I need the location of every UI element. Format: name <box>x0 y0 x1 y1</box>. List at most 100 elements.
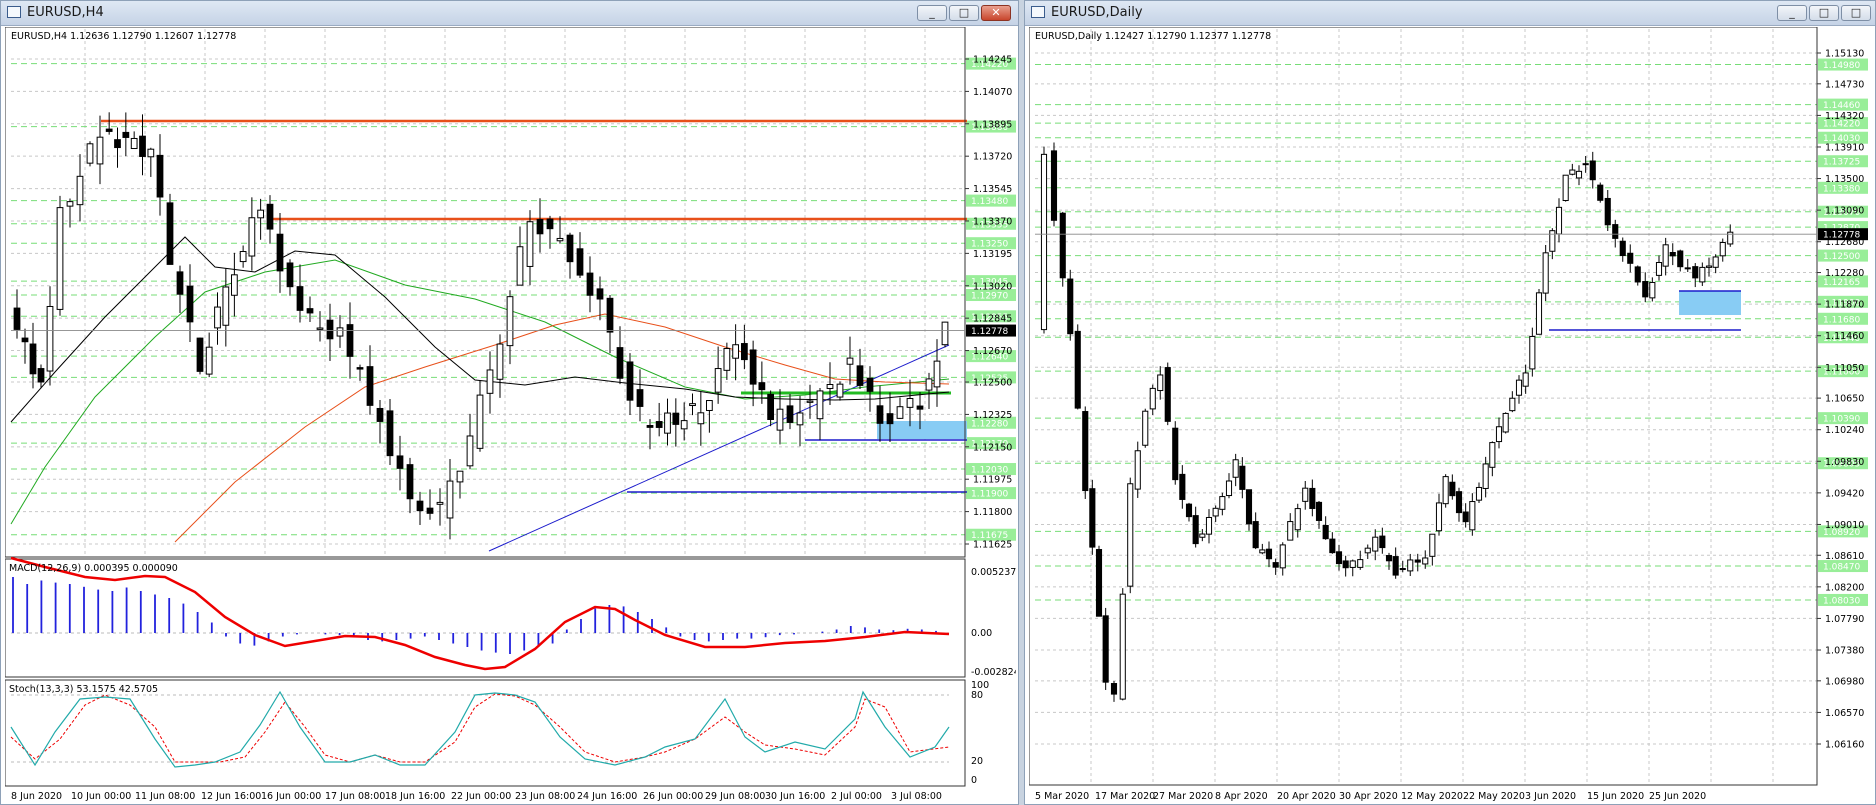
candle <box>356 367 364 370</box>
price-tick: 1.08610 <box>1825 551 1864 562</box>
price-tick: 1.10240 <box>1825 425 1864 436</box>
price-tick: 1.11975 <box>973 475 1012 486</box>
candle <box>1522 372 1529 387</box>
time-tick: 15 Jun 2020 <box>1587 791 1644 802</box>
level-label: 1.10390 <box>1823 415 1860 425</box>
candle <box>1582 163 1589 166</box>
candle <box>456 470 464 483</box>
candle <box>1414 559 1421 563</box>
candle <box>1172 427 1179 481</box>
candle <box>1495 426 1503 443</box>
minimize-icon: _ <box>1789 6 1795 19</box>
price-tick: 1.13720 <box>973 152 1012 163</box>
candle <box>1315 501 1323 521</box>
price-tick: 1.07380 <box>1825 646 1864 657</box>
candle <box>1719 242 1726 257</box>
candle <box>1102 615 1109 683</box>
candle <box>1462 511 1469 523</box>
candle <box>205 346 213 375</box>
candle <box>1205 516 1213 535</box>
candle <box>1059 212 1066 279</box>
chart-area[interactable]: 1.14220 1.13880 1.13480 1.13355 1.13250 1.130… <box>5 27 1016 802</box>
price-tick: 1.13545 <box>973 184 1012 195</box>
candle <box>1469 501 1476 531</box>
candle <box>76 175 84 206</box>
candle <box>556 237 564 242</box>
candle <box>1562 174 1569 202</box>
candle <box>1287 521 1294 541</box>
price-tick: 1.15130 <box>1825 49 1864 60</box>
level-label: 1.14460 <box>1823 101 1860 111</box>
restore-icon: □ <box>1850 6 1862 19</box>
price-tick: 1.12500 <box>973 378 1012 389</box>
candle <box>1050 150 1058 221</box>
price-tick: 1.11625 <box>973 540 1012 551</box>
macd-tick: -0.002824 <box>971 667 1016 678</box>
candle <box>1342 560 1349 569</box>
chart-header: EURUSD,H4 1.12636 1.12790 1.12607 1.1277… <box>11 31 236 42</box>
title-bar[interactable]: EURUSD,H4 _ □ ✕ <box>1 1 1018 26</box>
level-label: 1.11680 <box>1823 315 1860 325</box>
candle <box>1294 508 1301 531</box>
candle <box>96 136 104 165</box>
maximize-button[interactable]: □ <box>1809 5 1839 21</box>
candle <box>248 217 256 257</box>
candle <box>749 349 757 385</box>
time-tick: 23 Jun 08:00 <box>515 791 575 802</box>
price-tick: 1.13020 <box>973 281 1012 292</box>
support-zone[interactable] <box>1679 291 1741 315</box>
candle <box>806 400 814 403</box>
candle <box>1549 230 1556 252</box>
candle <box>925 378 933 391</box>
candle <box>396 455 404 469</box>
candle <box>147 148 155 158</box>
candle <box>1212 507 1219 517</box>
price-tick: 1.13370 <box>973 216 1012 227</box>
candle <box>186 285 194 323</box>
price-tick: 1.12845 <box>973 314 1012 325</box>
candle <box>1649 281 1656 299</box>
price-tick: 1.14245 <box>973 55 1012 66</box>
candle <box>1245 489 1253 525</box>
level-label: 1.12500 <box>1823 252 1860 262</box>
chart-area[interactable]: 1.14980 1.14460 1.14220 1.14030 1.13725 1.133… <box>1029 27 1873 802</box>
candle <box>326 319 334 340</box>
candle <box>276 233 284 272</box>
candle <box>933 360 941 388</box>
candle <box>1529 335 1536 370</box>
candle <box>1335 551 1343 565</box>
candle <box>1149 387 1156 410</box>
close-button[interactable]: ✕ <box>981 5 1011 21</box>
candle <box>856 365 864 386</box>
h4-chart-window[interactable]: EURUSD,H4 _ □ ✕ 1.14220 1.13880 1.13480 1.1… <box>0 0 1019 805</box>
candle <box>476 394 484 449</box>
candle <box>496 343 504 380</box>
candle <box>446 480 454 519</box>
price-tick: 1.13500 <box>1825 174 1864 185</box>
restore-button[interactable]: □ <box>1841 5 1871 21</box>
daily-chart-window[interactable]: EURUSD,Daily _ □ □ 1.14980 1.14460 1.14220… <box>1024 0 1876 805</box>
candle <box>1119 593 1126 700</box>
daily-chart-canvas[interactable]: 1.149801.144601.142201.140301.137251.133… <box>1029 27 1873 802</box>
time-tick: 27 Mar 2020 <box>1153 791 1213 802</box>
candle <box>1692 266 1699 279</box>
h4-chart-canvas[interactable]: 1.142201.138801.134801.133551.132501.130… <box>5 27 1016 802</box>
minimize-button[interactable]: _ <box>917 5 947 21</box>
candle <box>776 408 784 431</box>
minimize-button[interactable]: _ <box>1777 5 1807 21</box>
candle <box>1134 450 1141 490</box>
candle <box>1219 496 1226 510</box>
candle <box>139 135 146 157</box>
candle <box>1364 547 1371 554</box>
time-tick: 3 Jun 2020 <box>1525 791 1576 802</box>
time-tick: 10 Jun 00:00 <box>71 791 131 802</box>
title-bar[interactable]: EURUSD,Daily _ □ □ <box>1025 1 1875 26</box>
price-tick: 1.09420 <box>1825 488 1864 499</box>
candle <box>376 407 384 422</box>
candle <box>740 343 748 361</box>
chart-window-icon <box>1031 6 1045 18</box>
price-tick: 1.06160 <box>1825 740 1864 751</box>
level-label: 1.11900 <box>971 490 1008 500</box>
maximize-button[interactable]: □ <box>949 5 979 21</box>
candle <box>1142 410 1149 446</box>
